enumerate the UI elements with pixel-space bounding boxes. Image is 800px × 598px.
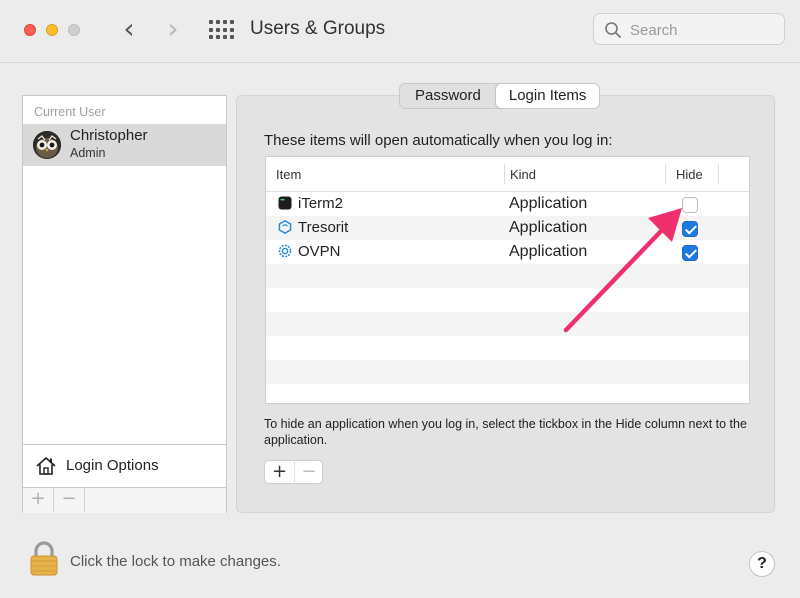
- tab-login-items[interactable]: Login Items: [495, 84, 600, 108]
- item-name: Tresorit: [298, 219, 349, 236]
- empty-row: [266, 312, 749, 336]
- login-items-table: Item Kind Hide iTerm2 Application Tresor…: [265, 156, 750, 404]
- help-button[interactable]: ?: [749, 551, 775, 577]
- iterm2-icon: [278, 196, 292, 210]
- search-icon: [605, 22, 621, 38]
- table-row[interactable]: iTerm2 Application: [266, 192, 749, 216]
- add-user-button[interactable]: +: [23, 488, 54, 512]
- show-all-grid-icon[interactable]: [209, 20, 234, 40]
- add-login-item-button[interactable]: +: [265, 461, 295, 483]
- search-input[interactable]: [628, 19, 782, 41]
- item-cell: OVPN: [278, 243, 341, 260]
- remove-login-item-button[interactable]: −: [295, 461, 323, 483]
- tab-bar: Password Login Items: [399, 83, 601, 109]
- table-row[interactable]: Tresorit Application: [266, 216, 749, 240]
- user-row-current[interactable]: Christopher Admin: [23, 124, 226, 166]
- login-items-pane: These items will open automatically when…: [236, 95, 775, 513]
- users-button-bar: + −: [23, 487, 226, 513]
- column-separator: [718, 164, 719, 184]
- search-field[interactable]: [593, 13, 785, 45]
- item-name: OVPN: [298, 243, 341, 260]
- close-window-button[interactable]: [24, 24, 36, 36]
- hide-checkbox-tresorit[interactable]: [682, 221, 698, 237]
- hide-checkbox-ovpn[interactable]: [682, 245, 698, 261]
- empty-row: [266, 360, 749, 384]
- lock-status-text: Click the lock to make changes.: [70, 553, 281, 570]
- back-chevron-icon[interactable]: ‹: [116, 15, 142, 44]
- minimize-window-button[interactable]: [46, 24, 58, 36]
- table-row[interactable]: OVPN Application: [266, 240, 749, 264]
- forward-chevron-icon[interactable]: ›: [160, 15, 186, 44]
- user-name: Christopher: [70, 127, 148, 144]
- tresorit-icon: [278, 220, 292, 234]
- item-cell: Tresorit: [278, 219, 348, 236]
- kind-cell: Application: [509, 219, 588, 236]
- hide-checkbox-iterm2[interactable]: [682, 197, 698, 213]
- zoom-window-button[interactable]: [68, 24, 80, 36]
- column-header-kind[interactable]: Kind: [510, 167, 536, 182]
- house-icon: [36, 457, 56, 475]
- avatar: [33, 131, 61, 159]
- remove-user-button[interactable]: −: [54, 488, 85, 512]
- current-user-section-label: Current User: [34, 105, 106, 119]
- kind-cell: Application: [509, 195, 588, 212]
- item-name: iTerm2: [298, 195, 344, 212]
- column-separator: [665, 164, 666, 184]
- users-list-panel: Current User Christopher Admin Login Opt…: [22, 95, 227, 513]
- ovpn-icon: [278, 244, 292, 258]
- login-items-intro: These items will open automatically when…: [264, 132, 613, 149]
- column-separator: [504, 164, 505, 184]
- tab-password[interactable]: Password: [400, 84, 496, 108]
- login-options-item[interactable]: Login Options: [23, 445, 226, 487]
- kind-cell: Application: [509, 243, 588, 260]
- hide-hint-text: To hide an application when you log in, …: [264, 417, 747, 447]
- login-items-button-bar: + −: [264, 460, 323, 484]
- item-cell: iTerm2: [278, 195, 343, 212]
- window-title: Users & Groups: [250, 18, 386, 39]
- login-options-label: Login Options: [66, 457, 159, 474]
- table-header: Item Kind Hide: [266, 157, 749, 192]
- lock-icon[interactable]: [29, 541, 59, 577]
- column-header-item[interactable]: Item: [276, 167, 301, 182]
- window-toolbar: ‹ › Users & Groups: [0, 0, 800, 63]
- user-role: Admin: [70, 146, 106, 160]
- column-header-hide[interactable]: Hide: [676, 167, 703, 182]
- empty-row: [266, 264, 749, 288]
